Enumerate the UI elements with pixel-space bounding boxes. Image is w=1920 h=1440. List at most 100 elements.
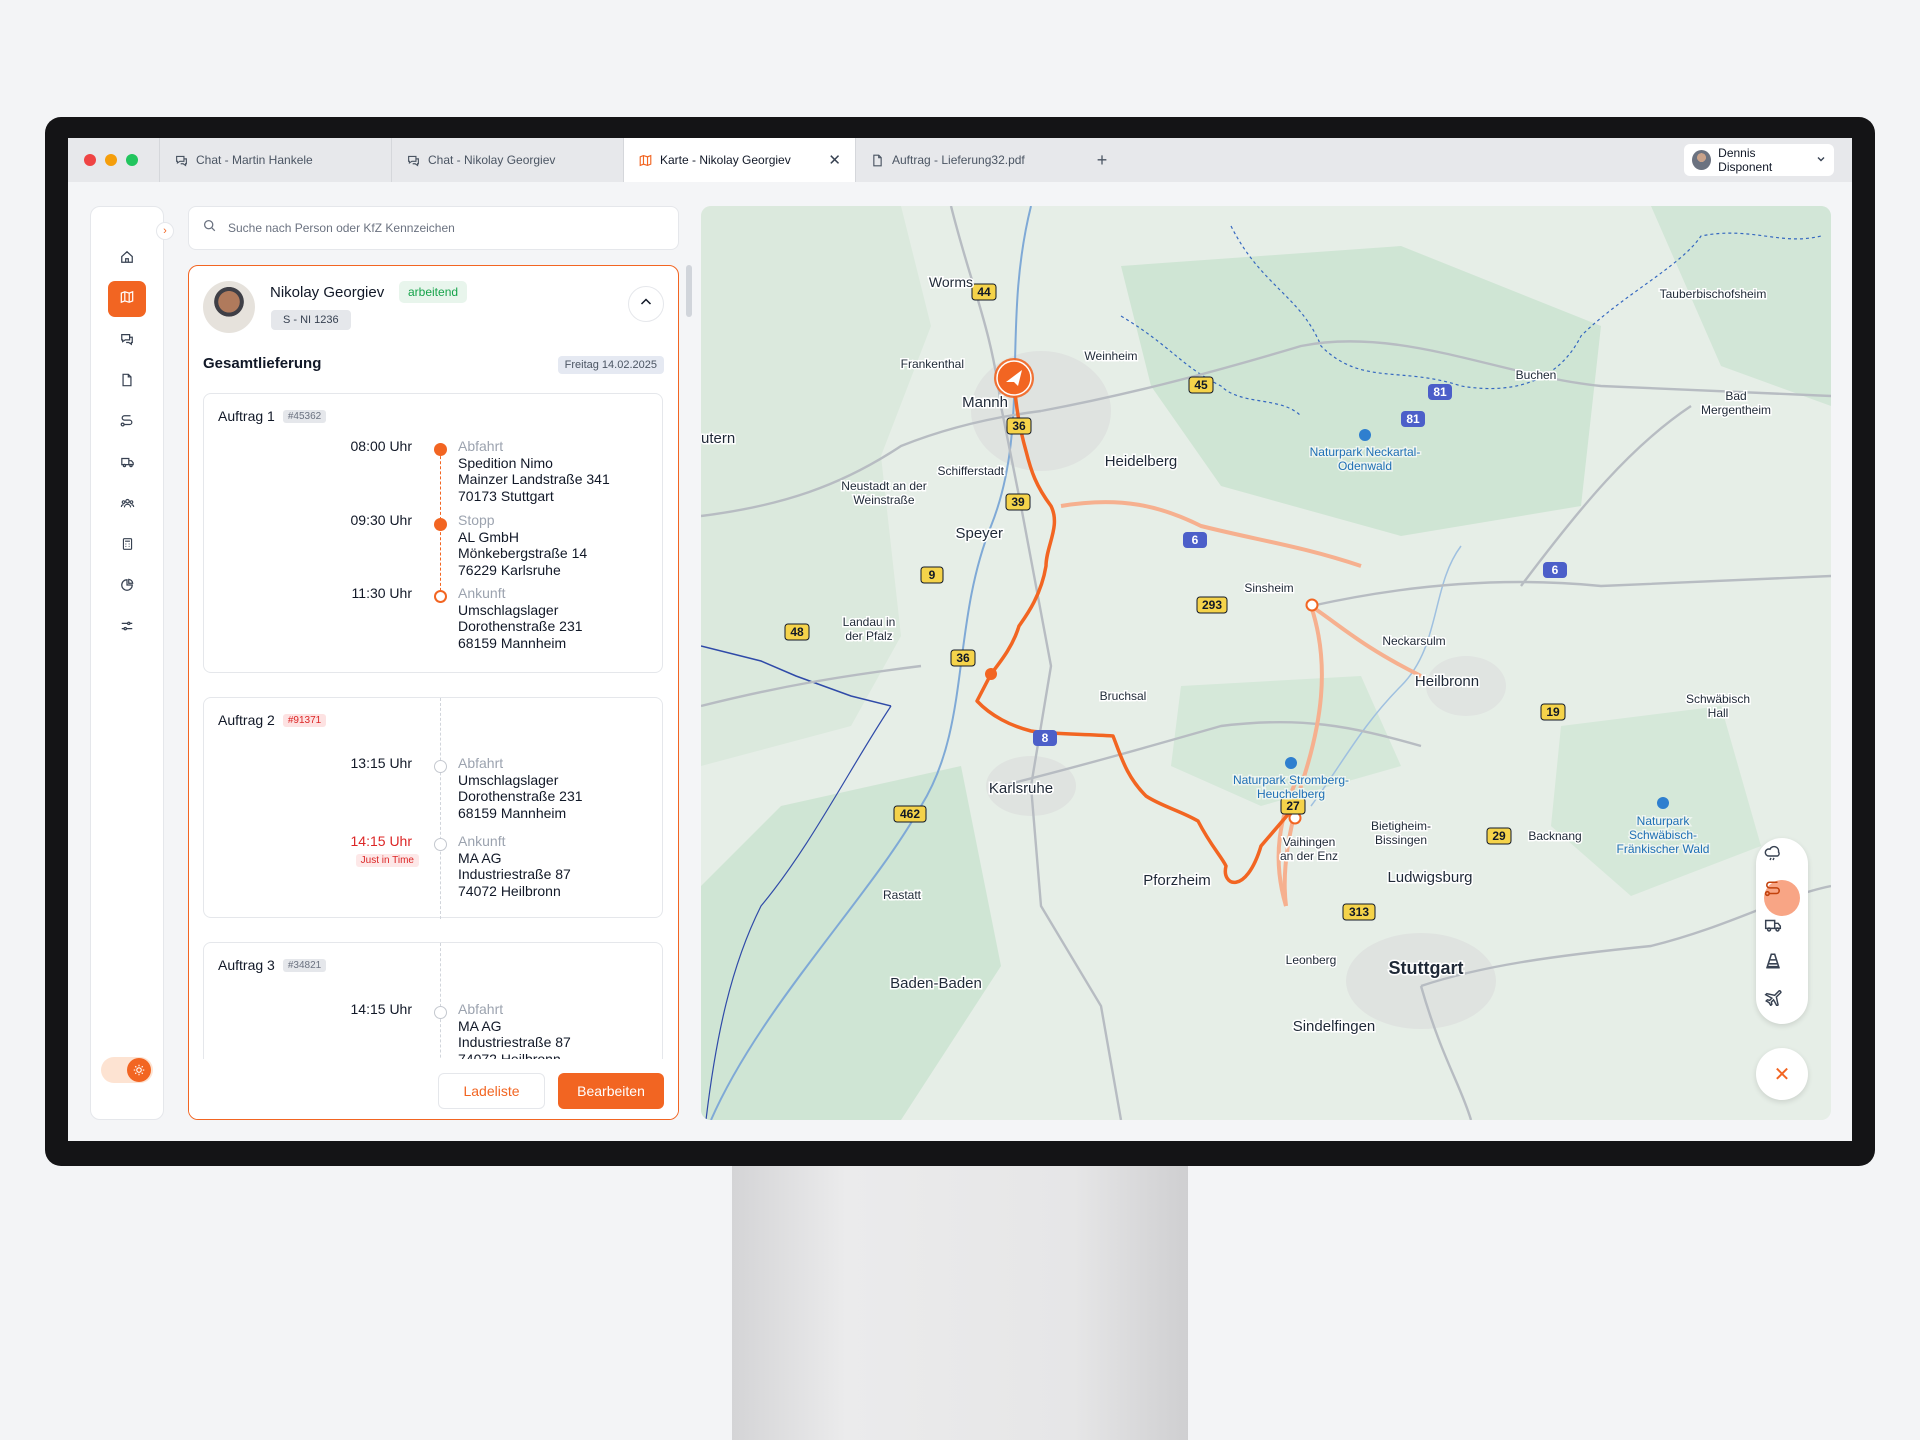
order-title: Auftrag 1 #45362 — [218, 408, 327, 424]
road-shield: 48 — [784, 623, 810, 641]
stop-time: 09:30 Uhr — [350, 512, 412, 528]
document-icon — [120, 373, 134, 392]
stop-company: Spedition Nimo — [458, 454, 553, 471]
edit-button[interactable]: Bearbeiten — [558, 1073, 664, 1109]
svg-text:Ludwigsburg: Ludwigsburg — [1387, 869, 1472, 886]
svg-text:Buchen: Buchen — [1516, 368, 1557, 382]
order-title-text: Auftrag 3 — [218, 957, 275, 973]
window-controls — [84, 154, 159, 166]
svg-text:Vaihingen: Vaihingen — [1283, 835, 1336, 849]
driver-name: Nikolay Georgiev — [270, 284, 385, 301]
stop-city: 70173 Stuttgart — [458, 487, 554, 504]
sidebar-item-map[interactable] — [108, 281, 146, 317]
stop-marker — [434, 760, 447, 773]
weather-button[interactable] — [1764, 844, 1800, 880]
scrollbar[interactable] — [686, 265, 692, 317]
sidebar-item-documents[interactable] — [108, 364, 146, 400]
vehicle-location-marker[interactable] — [994, 358, 1034, 398]
stop-city: 76229 Karlsruhe — [458, 561, 561, 578]
svg-text:9: 9 — [929, 568, 936, 582]
map-view[interactable]: 44 45 36 39 9 293 48 36 462 27 19 29 313… — [701, 206, 1831, 1120]
loadlist-button[interactable]: Ladeliste — [438, 1073, 545, 1109]
tab-label: Chat - Martin Hankele — [196, 153, 313, 167]
svg-text:39: 39 — [1011, 495, 1025, 509]
sidebar-item-analytics[interactable] — [108, 569, 146, 605]
svg-text:Bissingen: Bissingen — [1375, 833, 1427, 847]
stop-street: Dorothenstraße 231 — [458, 618, 583, 635]
close-window-button[interactable] — [84, 154, 96, 166]
order-card[interactable]: Auftrag 2 #91371 13:15 Uhr Abfahrt Umsch… — [203, 697, 663, 919]
stop-street: Industriestraße 87 — [458, 1034, 571, 1051]
svg-text:6: 6 — [1192, 533, 1199, 547]
tab-map-nikolay[interactable]: Karte - Nikolay Georgiev ✕ — [623, 138, 855, 182]
sidebar-item-settings[interactable] — [108, 610, 146, 646]
stop-type: Ankunft — [458, 585, 506, 601]
svg-text:Naturpark Neckartal-: Naturpark Neckartal- — [1310, 445, 1421, 459]
svg-text:Mannh: Mannh — [962, 394, 1008, 411]
roadworks-button[interactable] — [1764, 952, 1800, 988]
svg-text:45: 45 — [1194, 378, 1208, 392]
stop-type: Abfahrt — [458, 755, 504, 771]
svg-text:81: 81 — [1433, 385, 1447, 399]
sidebar-item-team[interactable] — [108, 487, 146, 523]
order-title: Auftrag 2 #91371 — [218, 712, 327, 728]
tab-document[interactable]: Auftrag - Lieferung32.pdf — [855, 138, 1087, 182]
search-input[interactable] — [226, 220, 650, 236]
svg-text:utern: utern — [701, 430, 735, 447]
sidebar-expand-button[interactable]: › — [156, 222, 174, 240]
map-icon — [638, 153, 652, 167]
traffic-button[interactable] — [1764, 916, 1800, 952]
svg-text:Naturpark: Naturpark — [1637, 814, 1691, 828]
svg-text:Heidelberg: Heidelberg — [1105, 453, 1178, 470]
stop-marker — [434, 1006, 447, 1019]
minimize-window-button[interactable] — [105, 154, 117, 166]
sidebar-item-calculator[interactable] — [108, 528, 146, 564]
chevron-up-icon — [639, 295, 653, 314]
svg-text:Odenwald: Odenwald — [1338, 459, 1392, 473]
svg-text:Bruchsal: Bruchsal — [1100, 689, 1147, 703]
document-icon — [870, 153, 884, 167]
svg-text:Pforzheim: Pforzheim — [1143, 872, 1211, 889]
stop-company: MA AG — [458, 1017, 502, 1034]
collapse-button[interactable] — [628, 286, 664, 322]
motorway-shield: 81 — [1401, 411, 1425, 427]
sidebar-item-vehicles[interactable] — [108, 446, 146, 482]
order-card[interactable]: Auftrag 1 #45362 08:00 Uhr Abfahrt Spedi… — [203, 393, 663, 673]
status-badge: arbeitend — [399, 281, 468, 303]
road-shield: 313 — [1342, 903, 1376, 921]
user-menu[interactable]: Dennis Disponent — [1684, 144, 1834, 176]
close-tab-icon[interactable]: ✕ — [828, 151, 841, 169]
sidebar-item-chat[interactable] — [108, 323, 146, 359]
new-tab-button[interactable]: + — [1087, 150, 1117, 171]
theme-toggle[interactable] — [101, 1057, 153, 1083]
svg-text:36: 36 — [956, 651, 970, 665]
calculator-icon — [121, 537, 134, 556]
map-icon — [120, 290, 134, 309]
stop-time: 14:15 Uhr — [350, 833, 412, 849]
tab-chat-martin[interactable]: Chat - Martin Hankele — [159, 138, 391, 182]
sidebar-item-routes[interactable] — [108, 405, 146, 441]
svg-text:Backnang: Backnang — [1528, 829, 1581, 843]
delivery-panel: Nikolay Georgiev arbeitend S - NI 1236 G… — [188, 265, 679, 1120]
svg-text:Schwäbisch: Schwäbisch — [1686, 692, 1750, 706]
svg-text:Hall: Hall — [1708, 706, 1729, 720]
sidebar-item-home[interactable] — [108, 241, 146, 277]
driver-avatar — [203, 281, 255, 333]
close-map-button[interactable]: ✕ — [1756, 1048, 1808, 1100]
stop-marker — [434, 518, 447, 531]
stop-details: Ankunft MA AG Industriestraße 87 74072 H… — [458, 833, 571, 899]
road-shield: 293 — [1196, 596, 1228, 614]
svg-text:Baden-Baden: Baden-Baden — [890, 975, 982, 992]
delivery-title: Gesamtlieferung — [203, 355, 322, 372]
stop-street: Mainzer Landstraße 341 — [458, 471, 610, 488]
svg-text:Tauberbischofsheim: Tauberbischofsheim — [1660, 287, 1767, 301]
stop-details: Abfahrt Umschlagslager Dorothenstraße 23… — [458, 755, 583, 821]
svg-text:Stuttgart: Stuttgart — [1389, 958, 1464, 978]
maximize-window-button[interactable] — [126, 154, 138, 166]
route-button[interactable] — [1764, 880, 1800, 916]
tab-chat-nikolay[interactable]: Chat - Nikolay Georgiev — [391, 138, 623, 182]
motorway-shield: 6 — [1543, 562, 1567, 578]
stop-marker — [434, 590, 447, 603]
airports-button[interactable] — [1764, 988, 1800, 1024]
stop-details: Ankunft Umschlagslager Dorothenstraße 23… — [458, 585, 583, 651]
